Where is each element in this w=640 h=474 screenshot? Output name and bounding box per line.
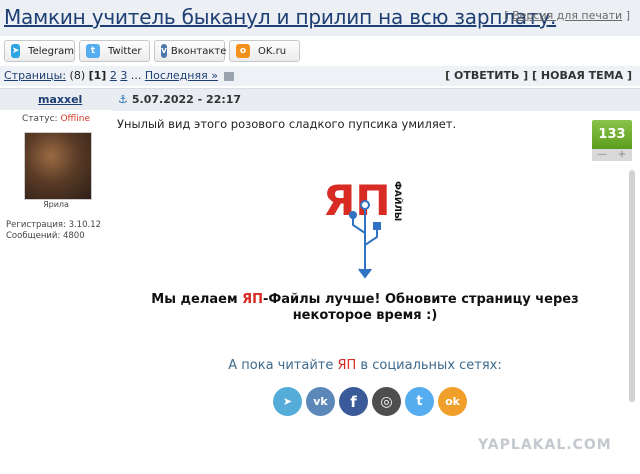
vk-icon[interactable]: vk xyxy=(306,387,335,416)
avatar-caption: Ярила xyxy=(43,200,69,209)
reply-button[interactable]: [ ОТВЕТИТЬ ] xyxy=(445,69,528,82)
share-twitter-button[interactable]: t Twitter xyxy=(79,40,150,62)
topic-title-bar: Мамкин учитель быканул и прилип на всю з… xyxy=(0,0,640,36)
print-version-link[interactable]: Версия для печати xyxy=(512,9,622,22)
embed-scrollbar[interactable] xyxy=(629,170,635,402)
embed-placeholder: ЯП ФАЙЛЫ Мы делаем ЯП-Файлы лучше! Обнов… xyxy=(140,165,590,470)
logo-files-text: ФАЙЛЫ xyxy=(392,181,404,221)
pagination-bar: Страницы: (8) [1] 2 3 ... Последняя » [ … xyxy=(0,66,640,86)
facebook-icon[interactable]: f xyxy=(339,387,368,416)
page-link-3[interactable]: 3 xyxy=(120,69,127,82)
ok-icon: o xyxy=(236,44,250,58)
site-watermark: YAPLAKAL.COM xyxy=(478,437,612,453)
share-bar: ➤ Telegram t Twitter v Вконтакте o OK.ru xyxy=(0,36,640,66)
page-jump-icon[interactable] xyxy=(224,71,235,81)
instagram-icon[interactable]: ◎ xyxy=(372,387,401,416)
avatar[interactable] xyxy=(24,132,92,200)
vote-plus-button[interactable]: + xyxy=(612,149,632,161)
pages-label[interactable]: Страницы: xyxy=(4,69,66,82)
author-status: Статус: Offline xyxy=(22,114,90,124)
page-title[interactable]: Мамкин учитель быканул и прилип на всю з… xyxy=(4,5,556,29)
print-version: [ Версия для печати ] xyxy=(504,9,630,22)
telegram-icon[interactable]: ➤ xyxy=(273,387,302,416)
share-vk-button[interactable]: v Вконтакте xyxy=(154,40,226,62)
anchor-icon[interactable]: ⚓ xyxy=(118,93,128,106)
share-telegram-button[interactable]: ➤ Telegram xyxy=(4,40,75,62)
logo-ya-text: ЯП xyxy=(323,176,391,225)
post-author[interactable]: maxxel xyxy=(38,93,82,106)
update-notice: Мы делаем ЯП-Файлы лучше! Обновите стран… xyxy=(151,292,579,323)
vote-minus-button[interactable]: — xyxy=(592,149,612,161)
odnoklassniki-icon[interactable]: ok xyxy=(438,387,467,416)
vk-icon: v xyxy=(161,44,167,58)
new-topic-button[interactable]: [ НОВАЯ ТЕМА ] xyxy=(532,69,632,82)
author-sidebar: Статус: Offline Ярила Регистрация: 3.10.… xyxy=(0,110,112,474)
yap-files-logo: ЯП ФАЙЛЫ xyxy=(323,176,404,279)
twitter-icon[interactable]: t xyxy=(405,387,434,416)
social-links: ➤ vk f ◎ t ok xyxy=(273,387,471,416)
share-ok-button[interactable]: o OK.ru xyxy=(229,40,300,62)
topic-actions: [ ОТВЕТИТЬ ] [ НОВАЯ ТЕМА ] xyxy=(445,69,632,82)
telegram-icon: ➤ xyxy=(11,44,21,58)
last-page-link[interactable]: Последняя » xyxy=(145,69,218,82)
author-stats: Регистрация: 3.10.12 Сообщений: 4800 xyxy=(6,220,102,241)
post-header: maxxel ⚓ 5.07.2022 - 22:17 xyxy=(0,88,640,111)
post-date: ⚓ 5.07.2022 - 22:17 xyxy=(118,93,242,106)
current-page: [1] xyxy=(88,69,107,82)
pagination: Страницы: (8) [1] 2 3 ... Последняя » xyxy=(4,69,235,82)
rating-count: 133 xyxy=(592,120,632,149)
post-text: Унылый вид этого розового сладкого пупси… xyxy=(117,117,457,131)
page-link-2[interactable]: 2 xyxy=(110,69,117,82)
social-prompt: А пока читайте ЯП в социальных сетях: xyxy=(228,358,502,373)
post-rating: 133 — + xyxy=(592,120,632,162)
twitter-icon: t xyxy=(86,44,100,58)
